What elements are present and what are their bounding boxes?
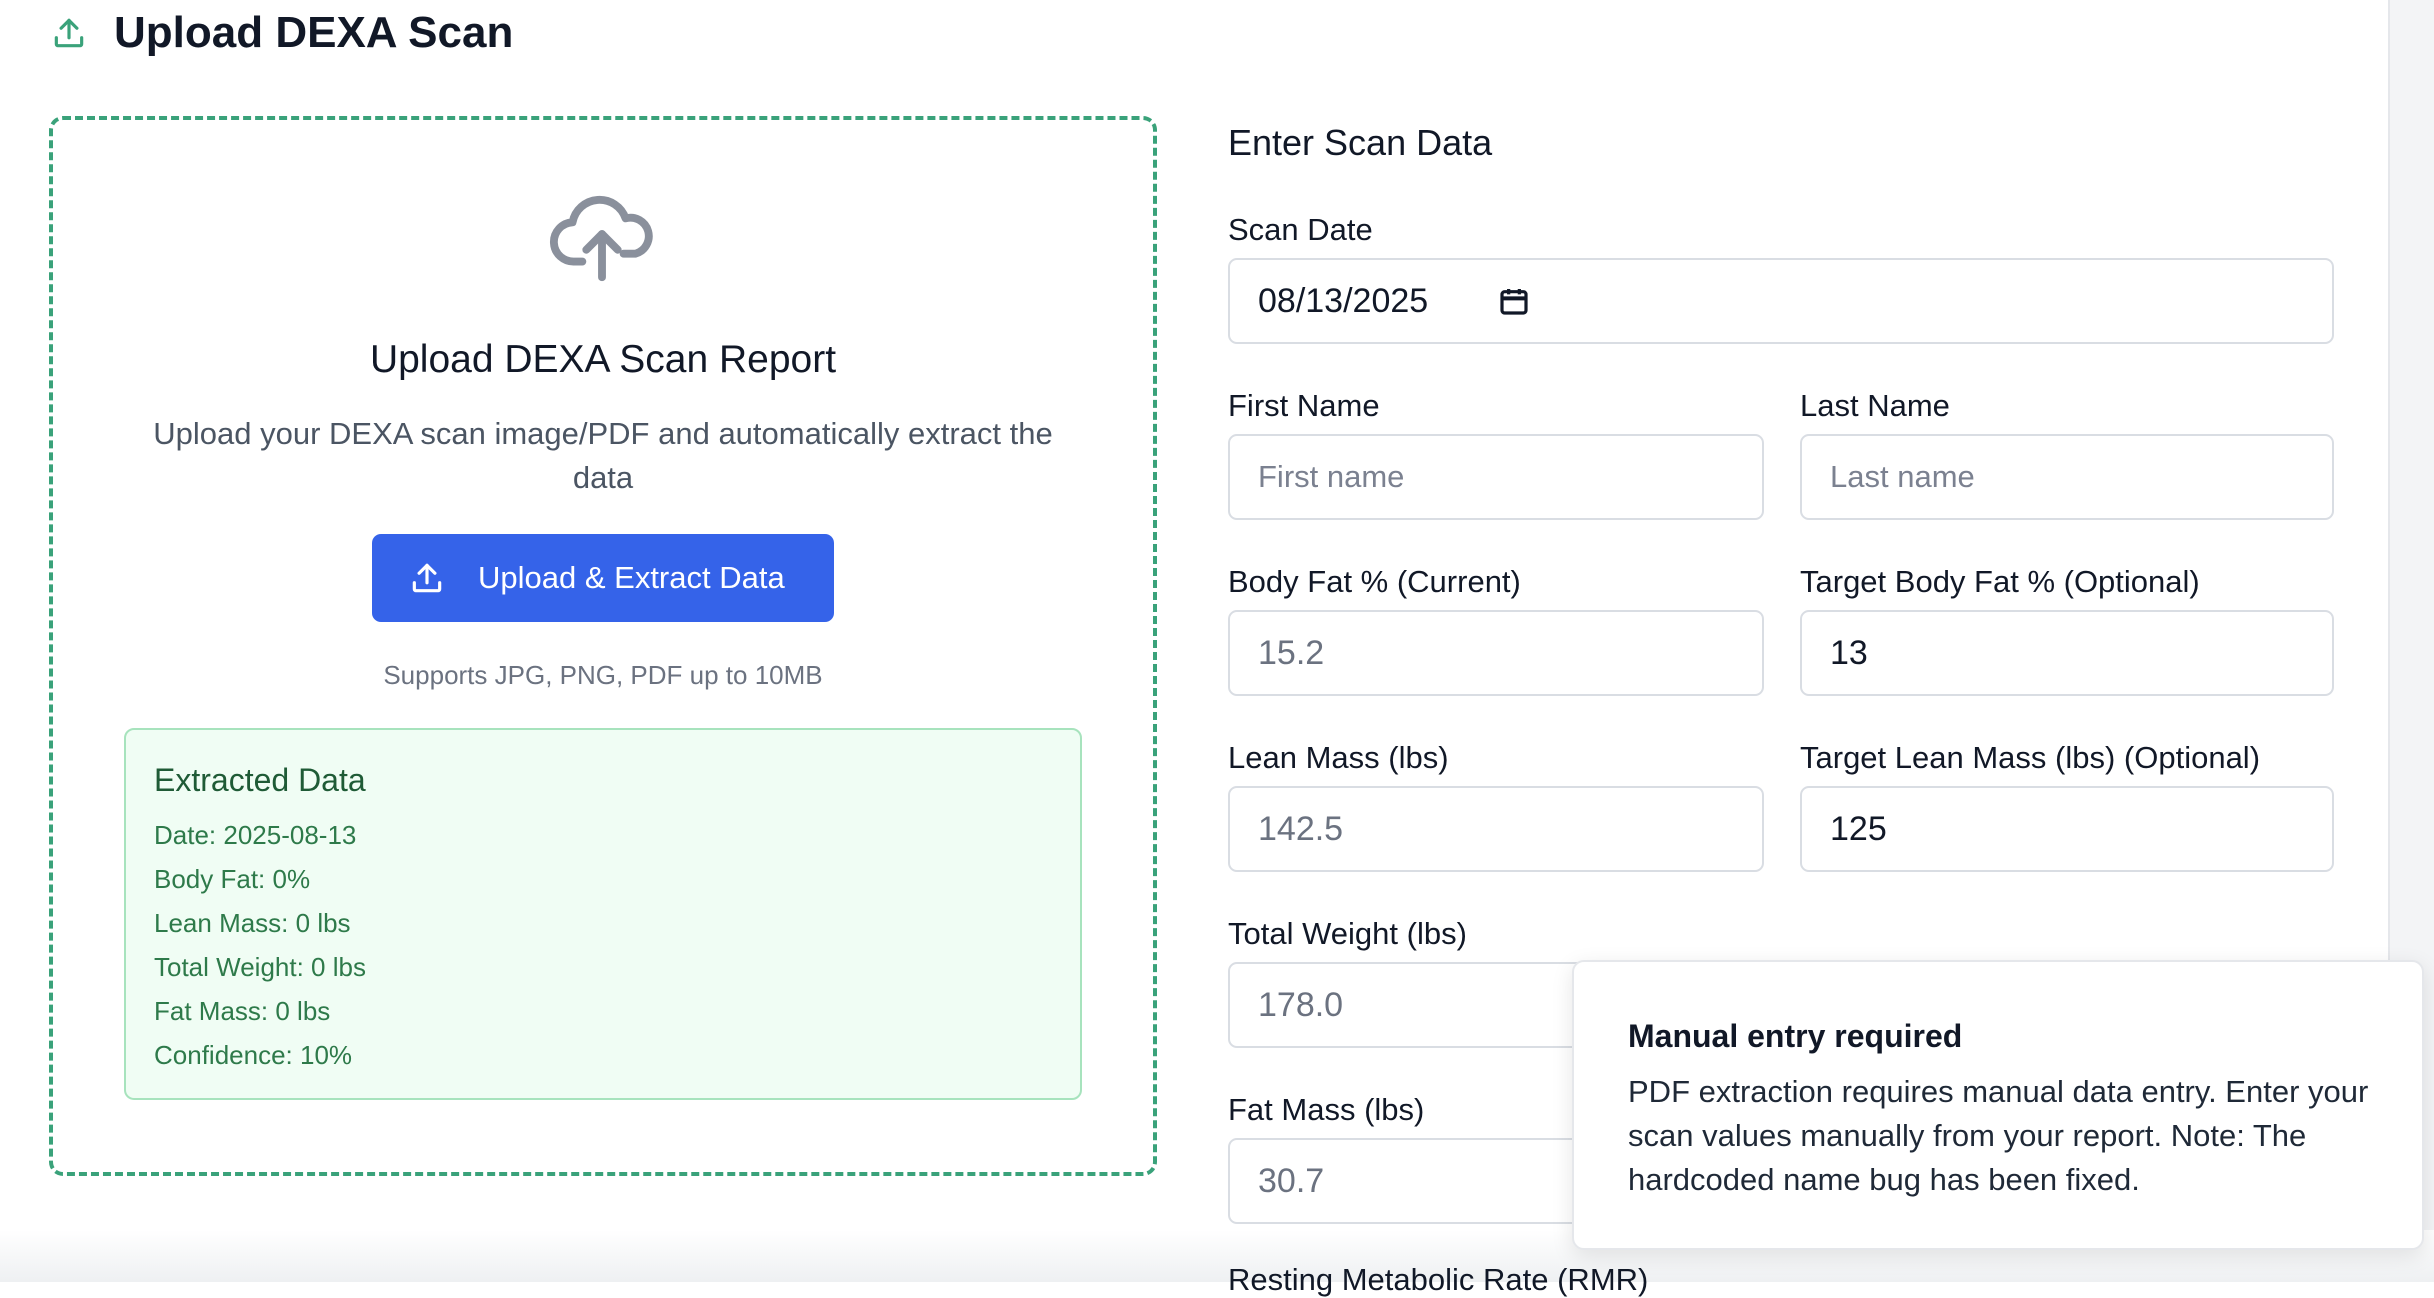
extracted-data-title: Extracted Data	[154, 762, 366, 798]
extracted-confidence: Confidence: 10%	[154, 1040, 353, 1070]
target-body-fat-label: Target Body Fat % (Optional)	[1800, 564, 2200, 599]
fat-mass-label: Fat Mass (lbs)	[1228, 1092, 1425, 1127]
scan-date-value: 08/13/2025	[1258, 281, 1429, 320]
body-fat-label: Body Fat % (Current)	[1228, 564, 1521, 599]
cloud-upload-icon	[549, 195, 653, 282]
target-lean-mass-label: Target Lean Mass (lbs) (Optional)	[1800, 740, 2261, 775]
upload-description: Upload your DEXA scan image/PDF and auto…	[153, 416, 1053, 495]
extracted-total-weight: Total Weight: 0 lbs	[154, 952, 366, 982]
supported-formats-note: Supports JPG, PNG, PDF up to 10MB	[383, 660, 823, 690]
page-header: Upload DEXA Scan	[50, 8, 513, 58]
lean-mass-label: Lean Mass (lbs)	[1228, 740, 1449, 775]
upload-heading: Upload DEXA Scan Report	[369, 338, 837, 381]
total-weight-label: Total Weight (lbs)	[1228, 916, 1467, 951]
rmr-label: Resting Metabolic Rate (RMR)	[1228, 1262, 1649, 1297]
lean-mass-input[interactable]: 142.5	[1228, 786, 1764, 872]
body-fat-input[interactable]: 15.2	[1228, 610, 1764, 696]
manual-entry-toast[interactable]: Manual entry required PDF extraction req…	[1572, 960, 2424, 1250]
scan-date-label: Scan Date	[1228, 212, 1373, 247]
extracted-data-panel: Extracted Data Date: 2025-08-13 Body Fat…	[124, 728, 1082, 1100]
scan-date-input[interactable]: 08/13/2025	[1228, 258, 2334, 344]
form-heading: Enter Scan Data	[1228, 122, 1493, 163]
last-name-label: Last Name	[1800, 388, 1950, 423]
extracted-fat-mass: Fat Mass: 0 lbs	[154, 996, 331, 1026]
last-name-input[interactable]: Last name	[1800, 434, 2334, 520]
first-name-label: First Name	[1228, 388, 1380, 423]
extracted-body-fat: Body Fat: 0%	[154, 864, 311, 894]
extracted-lean-mass: Lean Mass: 0 lbs	[154, 908, 351, 938]
upload-extract-button[interactable]: Upload & Extract Data	[372, 534, 834, 622]
first-name-input[interactable]: First name	[1228, 434, 1764, 520]
upload-icon	[412, 563, 442, 593]
extracted-date: Date: 2025-08-13	[154, 820, 357, 850]
calendar-icon[interactable]	[1498, 285, 1530, 317]
toast-title: Manual entry required	[1628, 1018, 1963, 1054]
page-title: Upload DEXA Scan	[114, 8, 514, 57]
upload-button-label: Upload & Extract Data	[478, 560, 785, 595]
target-body-fat-input[interactable]: 13	[1800, 610, 2334, 696]
target-lean-mass-input[interactable]: 125	[1800, 786, 2334, 872]
upload-icon	[54, 18, 84, 48]
toast-message: PDF extraction requires manual data entr…	[1628, 1074, 2369, 1197]
